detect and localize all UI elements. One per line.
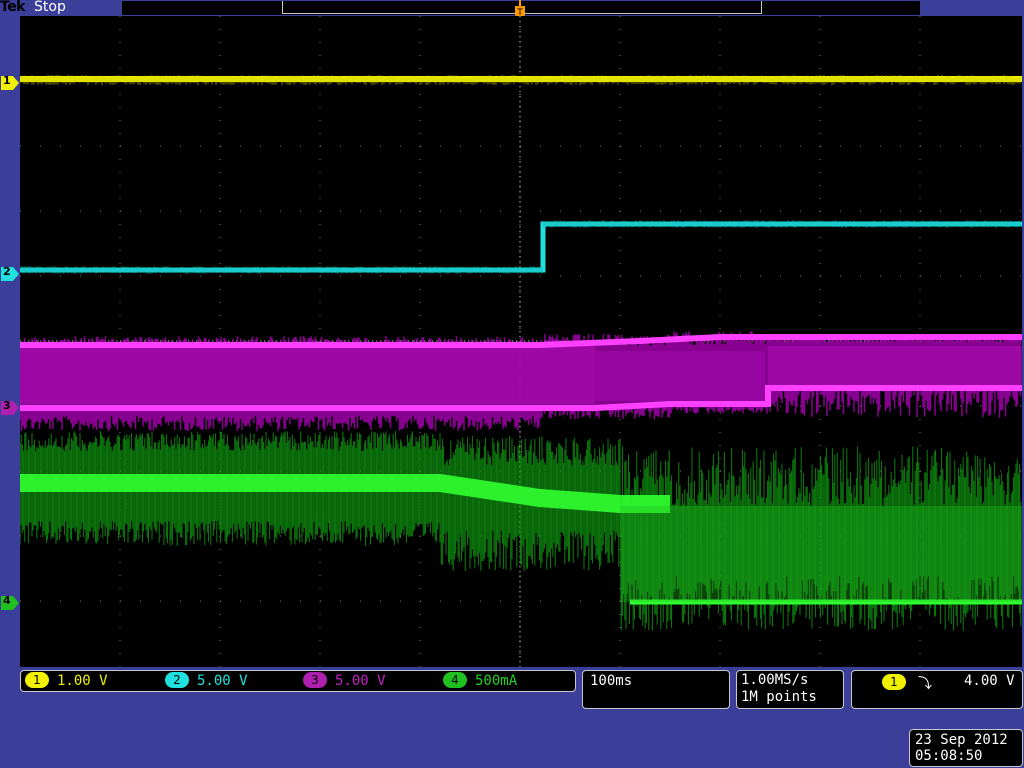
channel-1-ground-marker[interactable]: 1 [1, 74, 19, 90]
trigger-level: 4.00 V [964, 673, 1015, 689]
channel-4-scale[interactable]: 4 500mA [443, 672, 517, 690]
channel-3-scale[interactable]: 3 5.00 V [303, 672, 386, 690]
trigger-source-badge: 1 [882, 674, 906, 690]
channel-4-scale-value: 500mA [475, 673, 518, 689]
falling-edge-icon: ⤵ [918, 676, 932, 692]
timebase-readout[interactable]: 100ms [582, 670, 730, 709]
channel-1-scale-value: 1.00 V [57, 673, 108, 689]
channel-3-waveform [20, 331, 1022, 431]
channel-1-badge: 1 [25, 672, 49, 688]
channel-4-badge: 4 [443, 672, 467, 688]
channel-4-waveform [20, 431, 1022, 631]
channel-2-waveform [20, 220, 1022, 274]
sample-rate: 1.00MS/s [741, 672, 809, 688]
trigger-readout[interactable]: 1 ⤵ 4.00 V [851, 670, 1023, 709]
channel-3-badge: 3 [303, 672, 327, 688]
record-length: 1M points [741, 689, 817, 705]
channel-1-scale[interactable]: 1 1.00 V [25, 672, 108, 690]
acquisition-state: Stop [34, 0, 66, 15]
acquisition-readout[interactable]: 1.00MS/s 1M points [736, 670, 844, 709]
channel-2-scale-value: 5.00 V [197, 673, 248, 689]
waveform-traces [20, 75, 1022, 631]
timebase-scale: 100ms [590, 673, 633, 689]
top-status-bar: Tek Stop T [0, 0, 1024, 21]
channel-4-ground-marker[interactable]: 4 [1, 594, 19, 610]
date: 23 Sep 2012 [915, 732, 1008, 748]
channel-3-scale-value: 5.00 V [335, 673, 386, 689]
channel-scale-bar: 1 1.00 V 2 5.00 V 3 5.00 V 4 500mA [20, 670, 576, 692]
channel-3-ground-marker[interactable]: 3 [1, 399, 19, 415]
date-time-readout: 23 Sep 2012 05:08:50 [909, 729, 1023, 767]
channel-2-scale[interactable]: 2 5.00 V [165, 672, 248, 690]
channel-2-ground-marker[interactable]: 2 [1, 265, 19, 281]
brand-logo: Tek [0, 0, 27, 15]
channel-1-waveform [20, 75, 1022, 85]
channel-2-badge: 2 [165, 672, 189, 688]
time: 05:08:50 [915, 748, 983, 764]
tek-logo-text: Tek [0, 0, 26, 15]
waveform-display[interactable] [20, 16, 1022, 667]
